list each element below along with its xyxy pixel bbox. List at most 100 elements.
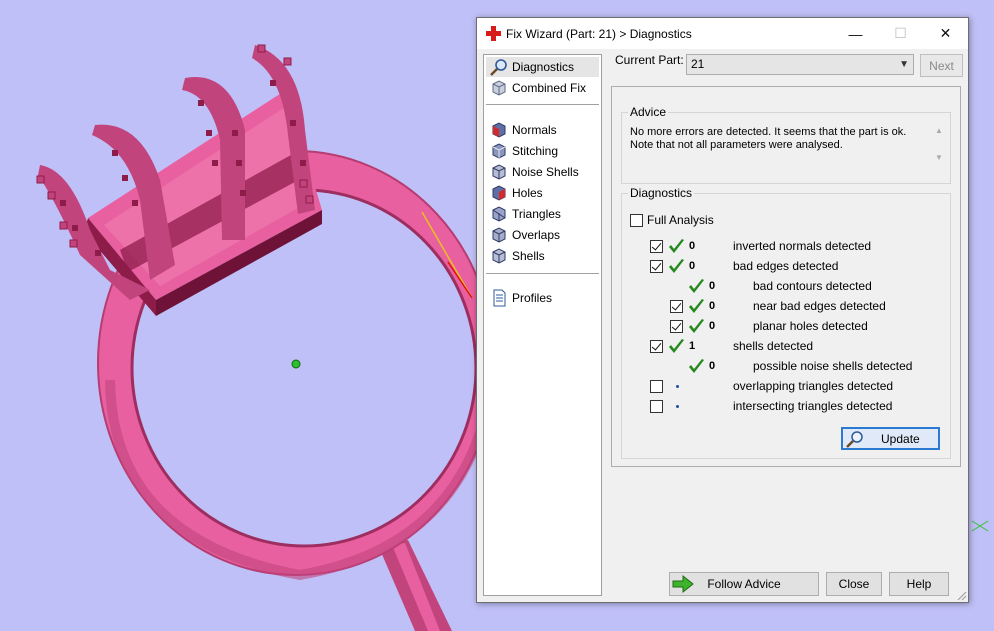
green-check-icon (669, 239, 684, 253)
current-part-select[interactable]: 21 ▼ (686, 54, 914, 75)
close-button[interactable]: Close (826, 572, 882, 596)
row-checkbox[interactable] (670, 320, 683, 333)
title-bar[interactable]: Fix Wizard (Part: 21) > Diagnostics — ☐ … (477, 18, 968, 49)
nav-item-shells[interactable]: Shells (486, 246, 599, 266)
full-analysis-checkbox[interactable] (630, 214, 643, 227)
row-count: 0 (709, 360, 716, 372)
green-check-icon (689, 319, 704, 333)
nav-item-label: Stitching (512, 144, 559, 158)
row-label: bad edges detected (733, 259, 839, 273)
advice-scrollbar[interactable]: ▲ ▼ (932, 126, 946, 172)
update-button[interactable]: Update (841, 427, 940, 450)
help-button[interactable]: Help (889, 572, 949, 596)
follow-advice-label: Follow Advice (707, 577, 781, 591)
document-icon (493, 289, 506, 307)
nav-item-triangles[interactable]: Triangles (486, 204, 599, 224)
nav-item-combined-fix[interactable]: Combined Fix (486, 78, 599, 98)
row-label: possible noise shells detected (753, 359, 913, 373)
diagnostics-panel: Advice No more errors are detected. It s… (611, 86, 961, 467)
nav-divider (486, 273, 599, 274)
row-count: 0 (689, 260, 696, 272)
current-part-label: Current Part: (615, 53, 684, 67)
row-count: 0 (709, 320, 716, 332)
fix-wizard-dialog: Fix Wizard (Part: 21) > Diagnostics — ☐ … (476, 17, 969, 603)
green-check-icon (669, 339, 684, 353)
nav-item-label: Profiles (512, 291, 553, 305)
row-label: intersecting triangles detected (733, 399, 893, 413)
cube-icon (492, 164, 506, 180)
row-label: overlapping triangles detected (733, 379, 894, 393)
magnifier-icon (846, 430, 863, 448)
advice-group: Advice No more errors are detected. It s… (621, 105, 951, 184)
green-check-icon (689, 299, 704, 313)
chevron-down-icon: ▼ (899, 59, 909, 70)
green-check-icon (689, 279, 704, 293)
update-label: Update (881, 431, 920, 446)
nav-item-label: Diagnostics (512, 60, 575, 74)
nav-item-normals[interactable]: Normals (486, 120, 599, 140)
row-checkbox[interactable] (650, 400, 663, 413)
current-part-value: 21 (691, 57, 705, 71)
nav-item-label: Triangles (512, 207, 561, 221)
advice-line: No more errors are detected. It seems th… (630, 126, 907, 138)
nav-item-profiles[interactable]: Profiles (486, 288, 599, 308)
window-title: Fix Wizard (Part: 21) > Diagnostics (506, 27, 692, 41)
row-checkbox[interactable] (670, 300, 683, 313)
close-window-button[interactable]: ✕ (923, 18, 968, 49)
arrow-right-icon (672, 575, 694, 593)
nav-item-label: Shells (512, 249, 545, 263)
nav-item-label: Overlaps (512, 228, 561, 242)
scroll-down-icon[interactable]: ▼ (932, 153, 946, 162)
cube-icon (492, 227, 506, 243)
row-count: 1 (689, 340, 696, 352)
nav-item-diagnostics[interactable]: Diagnostics (486, 57, 599, 77)
advice-line: Note that not all parameters were analys… (630, 139, 843, 151)
resize-grip-icon[interactable] (957, 591, 967, 601)
row-label: near bad edges detected (753, 299, 886, 313)
magnifier-icon (490, 59, 507, 76)
advice-text: No more errors are detected. It seems th… (630, 126, 938, 172)
nav-item-overlaps[interactable]: Overlaps (486, 225, 599, 245)
row-checkbox[interactable] (650, 340, 663, 353)
follow-advice-button[interactable]: Follow Advice (669, 572, 819, 596)
nav-item-noise-shells[interactable]: Noise Shells (486, 162, 599, 182)
nav-item-label: Holes (512, 186, 543, 200)
pending-dot-icon (676, 405, 679, 408)
next-button[interactable]: Next (920, 54, 963, 77)
green-check-icon (669, 259, 684, 273)
wizard-nav: Diagnostics Combined Fix Normals Stitchi… (483, 54, 602, 596)
row-label: planar holes detected (753, 319, 868, 333)
green-check-icon (689, 359, 704, 373)
cube-icon (492, 80, 506, 96)
nav-item-label: Noise Shells (512, 165, 579, 179)
red-cross-icon (486, 26, 501, 41)
cube-red-icon (492, 185, 506, 201)
nav-item-label: Combined Fix (512, 81, 587, 95)
row-label: inverted normals detected (733, 239, 872, 253)
cube-icon (492, 206, 506, 222)
nav-item-stitching[interactable]: Stitching (486, 141, 599, 161)
pending-dot-icon (676, 385, 679, 388)
row-checkbox[interactable] (650, 380, 663, 393)
nav-item-holes[interactable]: Holes (486, 183, 599, 203)
row-count: 0 (689, 240, 696, 252)
row-checkbox[interactable] (650, 240, 663, 253)
row-count: 0 (709, 280, 716, 292)
diagnostics-group: Diagnostics Full Analysis 0 inverted norm… (621, 186, 951, 459)
row-count: 0 (709, 300, 716, 312)
row-label: shells detected (733, 339, 814, 353)
minimize-button[interactable]: — (833, 18, 878, 49)
maximize-button[interactable]: ☐ (878, 18, 923, 49)
nav-item-label: Normals (512, 123, 557, 137)
nav-divider (486, 104, 599, 105)
full-analysis-label: Full Analysis (647, 213, 714, 227)
row-label: bad contours detected (753, 279, 872, 293)
diagnostics-title: Diagnostics (628, 186, 695, 200)
cube-red-icon (492, 122, 506, 138)
cube-icon (492, 143, 506, 159)
row-checkbox[interactable] (650, 260, 663, 273)
pivot-point (291, 359, 301, 369)
cube-icon (492, 248, 506, 264)
scroll-up-icon[interactable]: ▲ (932, 126, 946, 135)
advice-title: Advice (628, 105, 669, 119)
